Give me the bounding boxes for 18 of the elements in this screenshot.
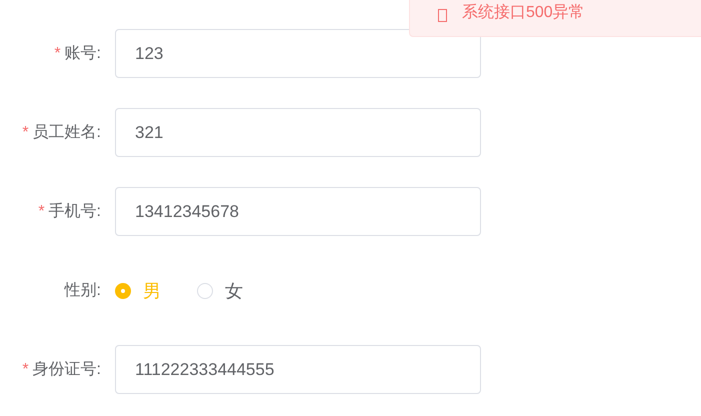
required-mark: * <box>22 124 29 142</box>
field-label: 手机号: <box>48 202 101 222</box>
field-label: 账号: <box>64 44 101 64</box>
input-field[interactable]: 111222333444555 <box>115 345 481 394</box>
required-mark: * <box>22 360 29 378</box>
input-field[interactable]: 321 <box>115 108 481 157</box>
input-field[interactable]: 123 <box>115 29 481 78</box>
field-label: 员工姓名: <box>32 123 101 143</box>
required-mark: * <box>54 44 61 62</box>
required-mark: * <box>38 202 45 220</box>
input-field[interactable]: 13412345678 <box>115 187 481 236</box>
radio-label[interactable]: 女 <box>225 278 243 302</box>
field-label: 性别: <box>64 281 101 301</box>
message-text: 系统接口500异常 <box>462 4 585 22</box>
error-icon <box>438 9 447 22</box>
radio-button[interactable] <box>115 282 131 298</box>
radio-button[interactable] <box>197 282 213 298</box>
field-label: 身份证号: <box>32 360 101 380</box>
